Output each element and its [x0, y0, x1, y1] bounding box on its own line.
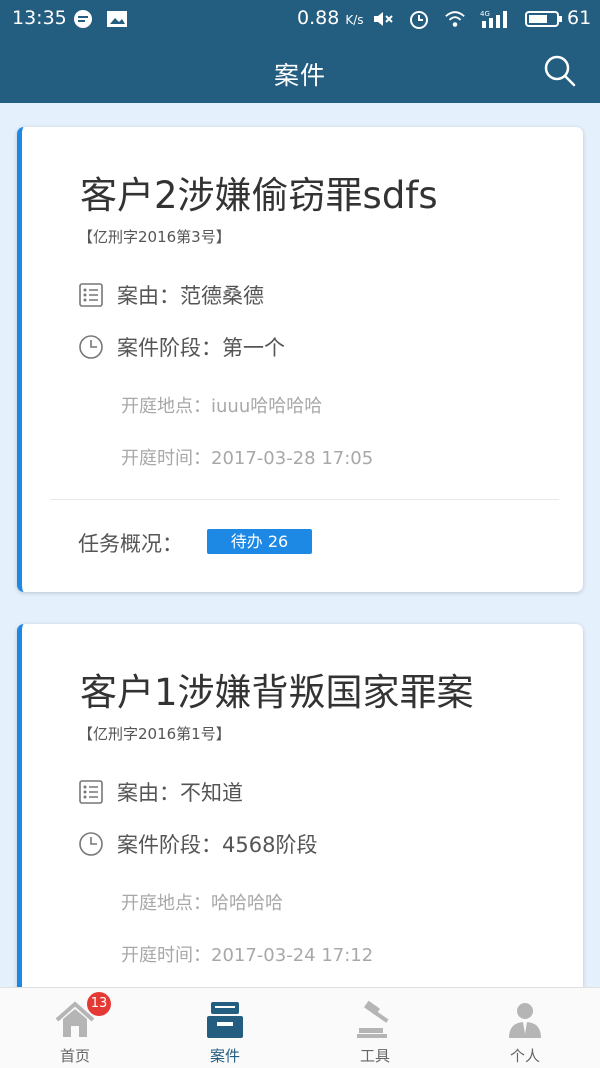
case-card[interactable]: 客户2涉嫌偷窃罪sdfs 【亿刑字2016第3号】 案由： 范德桑德 案件阶段：第…: [17, 127, 583, 592]
wifi-icon: [444, 9, 466, 29]
top-bar: 13:35 0.88 K/s 4G 61 案件: [0, 0, 600, 103]
page-title: 案件: [273, 61, 326, 90]
cause-value: 不知道: [180, 781, 243, 805]
court-place: 开庭地点：哈哈哈哈: [121, 893, 283, 914]
list-icon: [79, 283, 103, 307]
divider: [50, 499, 559, 500]
list-icon: [79, 780, 103, 804]
case-stage-row: 案件阶段： 第一个: [78, 332, 285, 362]
case-card[interactable]: 客户1涉嫌背叛国家罪案 【亿刑字2016第1号】 案由： 不知道 案件阶段： 456…: [17, 624, 583, 1024]
tab-home[interactable]: 13 首页: [0, 988, 150, 1068]
case-title: 客户2涉嫌偷窃罪sdfs: [80, 174, 438, 217]
task-summary-label: 任务概况：: [78, 532, 183, 556]
tab-label: 首页: [59, 1047, 90, 1065]
stage-label: 案件阶段：: [117, 336, 222, 360]
status-bar: 13:35 0.88 K/s 4G 61: [0, 0, 600, 38]
mute-icon: [372, 9, 394, 29]
alarm-icon: [408, 9, 430, 29]
case-number: 【亿刑字2016第3号】: [78, 228, 231, 246]
case-cause-row: 案由： 不知道: [78, 777, 243, 807]
cause-label: 案由：: [117, 284, 180, 308]
case-number: 【亿刑字2016第1号】: [78, 725, 231, 743]
home-badge: 13: [87, 992, 111, 1016]
clock-icon: [79, 335, 103, 359]
stage-value: 4568阶段: [222, 833, 318, 857]
todo-badge[interactable]: 待办 26: [207, 529, 312, 554]
tab-label: 个人: [509, 1047, 540, 1065]
court-time: 开庭时间：2017-03-28 17:05: [121, 448, 374, 469]
cause-value: 范德桑德: [180, 284, 264, 308]
court-time: 开庭时间：2017-03-24 17:12: [121, 945, 374, 966]
tab-cases[interactable]: 案件: [150, 988, 300, 1068]
status-time: 13:35: [12, 7, 67, 29]
stage-label: 案件阶段：: [117, 833, 222, 857]
tab-label: 案件: [209, 1047, 240, 1065]
battery-icon: [525, 9, 563, 29]
battery-level: 61: [567, 7, 592, 29]
person-icon: [509, 1003, 541, 1038]
case-stage-row: 案件阶段： 4568阶段: [78, 829, 317, 859]
case-cause-row: 案由： 范德桑德: [78, 280, 264, 310]
bottom-nav: 13 首页 案件 工具 个人: [0, 987, 600, 1068]
tab-profile[interactable]: 个人: [450, 988, 600, 1068]
cause-label: 案由：: [117, 781, 180, 805]
case-title: 客户1涉嫌背叛国家罪案: [80, 671, 474, 714]
network-type: 4G: [480, 10, 490, 18]
signal-icon: 4G: [480, 9, 514, 29]
case-icon: [207, 1002, 243, 1038]
clock-icon: [79, 832, 103, 856]
search-icon: [544, 55, 576, 87]
message-icon: [72, 9, 94, 29]
gavel-icon: [357, 1000, 389, 1038]
image-icon: [106, 9, 128, 29]
court-place: 开庭地点：iuuu哈哈哈哈: [121, 396, 323, 417]
stage-value: 第一个: [222, 336, 285, 360]
tab-label: 工具: [359, 1047, 390, 1065]
network-speed: 0.88 K/s: [297, 7, 364, 29]
tab-tools[interactable]: 工具: [300, 988, 450, 1068]
search-button[interactable]: [542, 53, 578, 89]
